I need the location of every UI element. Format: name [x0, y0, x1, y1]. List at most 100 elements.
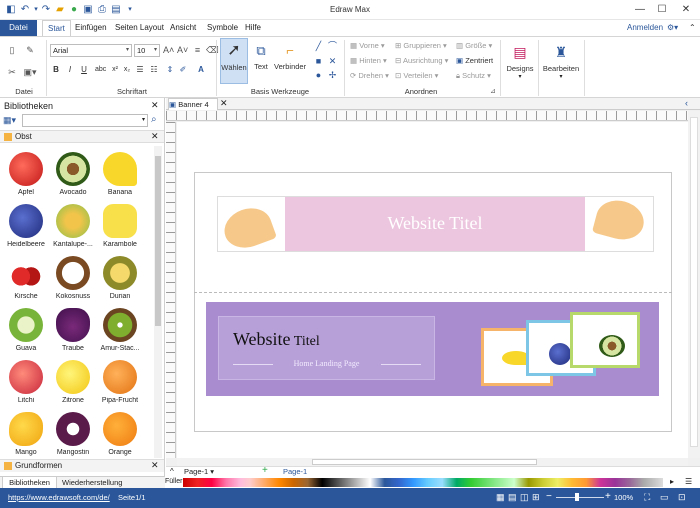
page-nav-up-icon[interactable]: ^ [170, 467, 174, 476]
add-page-icon[interactable]: + [262, 466, 268, 476]
underline-icon[interactable]: U [79, 64, 89, 76]
close-tab-icon[interactable]: ✕ [220, 98, 228, 109]
shape-item-orange[interactable]: Orange [94, 410, 146, 458]
palette-more-icon[interactable]: ▸ [670, 477, 674, 486]
page-tab-dropdown[interactable]: Page-1 ▾ [184, 467, 214, 476]
page-tab[interactable]: Page-1 [283, 467, 307, 476]
maximize-icon[interactable]: ☐ [652, 2, 672, 18]
zoom-out-icon[interactable]: − [546, 491, 552, 502]
pen-icon[interactable]: ✢ [327, 69, 338, 81]
canvas-vertical-scrollbar[interactable] [688, 111, 700, 458]
fit-page-icon[interactable]: ◫ [520, 492, 529, 503]
section-header-grundformen[interactable]: Grundformen ✕ [0, 459, 164, 472]
page-view-icon[interactable]: ▤ [508, 492, 517, 503]
superscript-icon[interactable]: x² [110, 64, 120, 76]
numbered-list-icon[interactable]: ☷ [149, 64, 159, 76]
shape-item-traube[interactable]: Traube [47, 306, 99, 359]
drawing-page[interactable]: Website Titel Website Titel Home Landing… [177, 122, 688, 458]
category-header[interactable]: Obst ✕ [0, 130, 164, 143]
shape-item-kirsche[interactable]: Kirsche [0, 254, 52, 307]
shape-item-guava[interactable]: Guava [0, 306, 52, 359]
shape-item-durian[interactable]: Durian [94, 254, 146, 307]
shape-item-kokosnuss[interactable]: Kokosnuss [47, 254, 99, 307]
bring-front-button[interactable]: ▦ Vorne ▾ [350, 41, 385, 50]
shape-crop-icon[interactable]: ✕ [327, 55, 338, 67]
shape-item-heidelbeere[interactable]: Heidelbeere [0, 202, 52, 255]
website-link[interactable]: https://www.edrawsoft.com/de/ [8, 493, 110, 502]
library-menu-icon[interactable]: ▦▾ [3, 115, 19, 127]
zoom-slider[interactable] [556, 497, 604, 498]
banner-1[interactable]: Website Titel [217, 195, 654, 255]
scrollbar-thumb[interactable] [312, 459, 537, 465]
ellipse-icon[interactable]: ● [313, 69, 324, 81]
protect-button[interactable]: 🔒︎ Schutz ▾ [456, 71, 491, 81]
tab-symbole[interactable]: Symbole [202, 20, 243, 36]
fit-window-icon[interactable]: ⊡ [678, 492, 686, 503]
document-tab[interactable]: ▣ Banner 4 [168, 98, 218, 110]
text-tool-button[interactable]: ⧉ Text [250, 40, 272, 84]
zoom-in-icon[interactable]: + [605, 491, 611, 502]
shape-item-apfel[interactable]: Apfel [0, 150, 52, 203]
font-family-select[interactable]: Arial ▾ [50, 44, 132, 57]
tab-wiederherstellung[interactable]: Wiederherstellung [62, 477, 122, 488]
shape-item-banana[interactable]: Banana [94, 150, 146, 203]
right-panel-toggle-icon[interactable]: ‹ [685, 98, 688, 109]
bold-icon[interactable]: B [51, 64, 61, 76]
center-button[interactable]: ▣ Zentriert [456, 56, 493, 65]
text-spacing-icon[interactable]: ⇕ [165, 64, 175, 76]
minimize-icon[interactable]: — [630, 2, 650, 18]
settings-icon[interactable]: ⚙▾ [662, 20, 683, 36]
tab-seiten-layout[interactable]: Seiten Layout [110, 20, 169, 36]
new-file-icon[interactable]: ▯ [6, 44, 18, 56]
banner-2[interactable]: Website Titel Home Landing Page [206, 302, 659, 396]
shape-item-karambole[interactable]: Karambole [94, 202, 146, 255]
italic-icon[interactable]: I [65, 64, 75, 76]
curve-icon[interactable]: ⌒ [327, 40, 338, 52]
tab-start[interactable]: Start [42, 20, 71, 36]
strikethrough-icon[interactable]: abc [95, 64, 106, 76]
library-scrollbar[interactable] [154, 146, 162, 458]
align-left-icon[interactable]: ≡ [192, 44, 203, 56]
tab-einfuegen[interactable]: Einfügen [70, 20, 112, 36]
line-icon[interactable]: ╱ [313, 40, 324, 52]
shape-item-mango[interactable]: Mango [0, 410, 52, 458]
close-library-icon[interactable]: ✕ [151, 100, 159, 111]
connector-tool-button[interactable]: ⌐ Verbinder [274, 40, 306, 84]
distribute-button[interactable]: ⊡ Verteilen ▾ [395, 71, 438, 80]
search-icon[interactable]: ⌕ [151, 114, 157, 125]
scrollbar-thumb[interactable] [690, 117, 698, 447]
subscript-icon[interactable]: x₂ [122, 64, 132, 76]
close-icon[interactable]: ✕ [676, 2, 696, 18]
rotate-button[interactable]: ⟳ Drehen ▾ [350, 71, 389, 80]
paste-icon[interactable]: ▣▾ [22, 66, 38, 78]
highlight-icon[interactable]: ✐ [178, 64, 188, 76]
shape-item-avocado[interactable]: Avocado [47, 150, 99, 203]
zoom-slider-thumb[interactable] [575, 493, 579, 501]
edit-button[interactable]: ♜ Bearbeiten ▾ [540, 40, 582, 90]
shape-item-litchi[interactable]: Litchi [0, 358, 52, 411]
shape-item-amur[interactable]: Amur-Stac... [94, 306, 146, 359]
align-button[interactable]: ⊟ Ausrichtung ▾ [395, 56, 448, 65]
designs-button[interactable]: ▤ Designs ▾ [504, 40, 536, 90]
close-section-icon[interactable]: ✕ [151, 460, 159, 471]
collapse-ribbon-icon[interactable]: ⌃ [684, 20, 700, 36]
open-file-icon[interactable]: ✎ [24, 44, 36, 56]
tab-hilfe[interactable]: Hilfe [240, 20, 266, 36]
tab-ansicht[interactable]: Ansicht [165, 20, 201, 36]
send-back-button[interactable]: ▦ Hinten ▾ [350, 56, 387, 65]
group-button[interactable]: ⊞ Gruppieren ▾ [395, 41, 447, 50]
library-search-input[interactable]: ▾ [22, 114, 148, 127]
scrollbar-thumb[interactable] [155, 156, 161, 326]
shape-item-pipa[interactable]: Pipa-Frucht [94, 358, 146, 411]
grow-font-icon[interactable]: A˄ [163, 44, 174, 56]
cut-icon[interactable]: ✂ [6, 66, 18, 78]
dialog-launcher-icon[interactable]: ⊿ [490, 87, 496, 95]
font-color-icon[interactable]: A [196, 64, 206, 76]
menu-datei[interactable]: Datei [0, 20, 37, 36]
select-tool-button[interactable]: ➚ Wählen [220, 38, 248, 84]
close-category-icon[interactable]: ✕ [151, 131, 159, 142]
size-button[interactable]: ▥ Größe ▾ [456, 41, 492, 50]
shape-item-kantalupe[interactable]: Kantalupe-... [47, 202, 99, 255]
fullscreen-icon[interactable]: ⛶ [644, 492, 650, 503]
rectangle-icon[interactable]: ■ [313, 55, 324, 67]
